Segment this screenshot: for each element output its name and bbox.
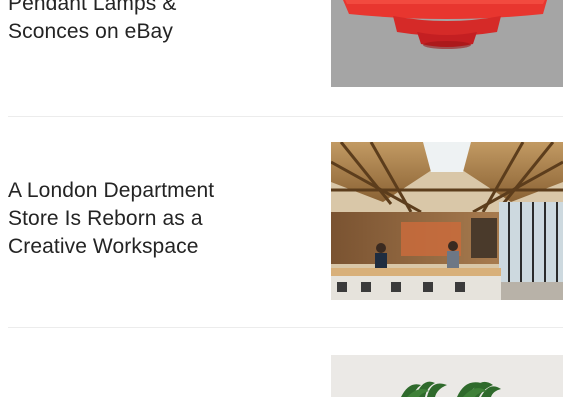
article-card-plants[interactable] [8, 355, 563, 397]
article-title[interactable]: Pendant Lamps & Sconces on eBay [8, 0, 278, 46]
article-thumbnail[interactable] [331, 355, 563, 397]
timber-workspace-image [331, 142, 563, 300]
article-feed: Pendant Lamps & Sconces on eBay A London… [0, 0, 563, 397]
palm-plants-image [331, 355, 563, 397]
red-pendant-lamp-image [331, 0, 563, 87]
article-thumbnail[interactable] [331, 142, 563, 300]
divider [8, 327, 563, 328]
article-thumbnail[interactable] [331, 0, 563, 87]
article-title[interactable]: A London Department Store Is Reborn as a… [8, 177, 278, 261]
article-card-pendant-lamps[interactable]: Pendant Lamps & Sconces on eBay [8, 0, 563, 88]
article-card-london-department-store[interactable]: A London Department Store Is Reborn as a… [8, 142, 563, 300]
divider [8, 116, 563, 117]
